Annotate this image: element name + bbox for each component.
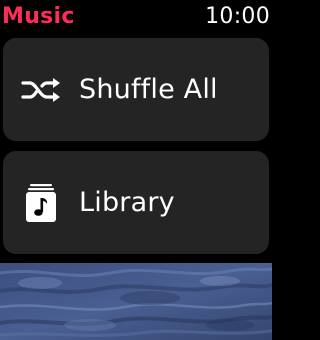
shuffle-all-button[interactable]: Shuffle All	[3, 38, 269, 141]
clock: 10:00	[205, 4, 270, 29]
shuffle-all-label: Shuffle All	[79, 73, 218, 105]
app-title: Music	[2, 4, 75, 29]
menu-list: Shuffle All Library	[3, 38, 269, 264]
album-artwork[interactable]	[0, 263, 272, 340]
library-label: Library	[79, 186, 175, 218]
shuffle-icon	[18, 67, 64, 113]
library-music-icon	[18, 180, 64, 226]
status-bar: Music 10:00	[0, 0, 272, 38]
library-button[interactable]: Library	[3, 151, 269, 254]
